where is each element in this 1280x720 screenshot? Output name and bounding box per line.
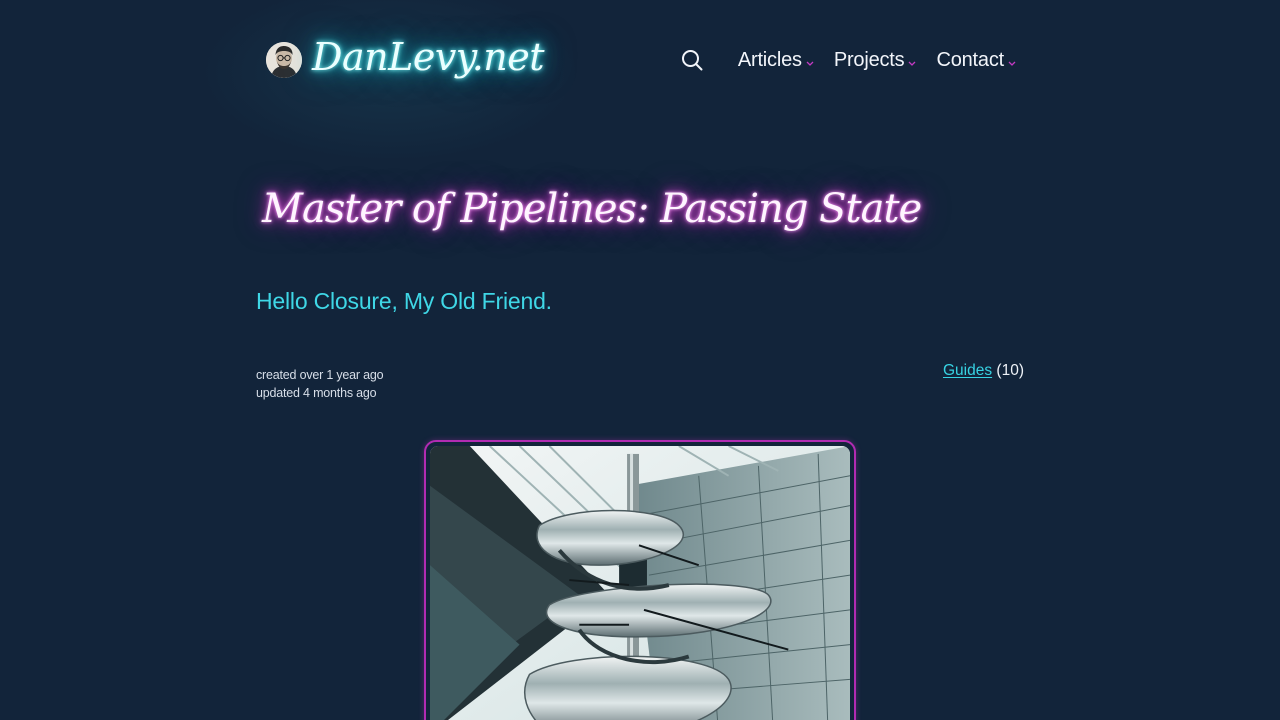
site-title: DanLevy.net xyxy=(312,35,545,79)
nav-projects-label: Projects xyxy=(833,48,905,71)
main-nav: Articles Projects Contact xyxy=(680,48,1016,72)
search-button[interactable] xyxy=(680,48,704,72)
avatar-portrait xyxy=(266,42,302,78)
site-header: DanLevy.net Articles Projects Contact xyxy=(256,28,1024,98)
site-logo-link[interactable]: DanLevy.net xyxy=(256,28,545,86)
post-title: Master of Pipelines: Passing State xyxy=(262,186,922,232)
nav-projects[interactable]: Projects xyxy=(834,49,917,72)
created-date: created over 1 year ago xyxy=(256,368,384,382)
hero-image-frame xyxy=(424,440,856,720)
chevron-down-icon xyxy=(1008,61,1016,66)
author-avatar xyxy=(266,42,302,78)
post-category: Guides (10) xyxy=(943,362,1024,380)
nav-contact-label: Contact xyxy=(936,48,1004,71)
chevron-down-icon xyxy=(806,61,814,66)
category-count: (10) xyxy=(996,362,1024,379)
page: DanLevy.net Articles Projects Contact Ma… xyxy=(0,0,1280,720)
chevron-down-icon xyxy=(909,61,916,66)
hero-image xyxy=(430,446,850,720)
nav-contact[interactable]: Contact xyxy=(936,49,1016,72)
post-subtitle: Hello Closure, My Old Friend. xyxy=(256,288,552,314)
search-icon xyxy=(681,50,703,71)
updated-date: updated 4 months ago xyxy=(256,386,377,400)
category-link-guides[interactable]: Guides xyxy=(943,362,992,379)
post-dates: created over 1 year ago updated 4 months… xyxy=(256,366,384,402)
nav-articles[interactable]: Articles xyxy=(738,49,814,72)
nav-articles-label: Articles xyxy=(737,48,802,71)
